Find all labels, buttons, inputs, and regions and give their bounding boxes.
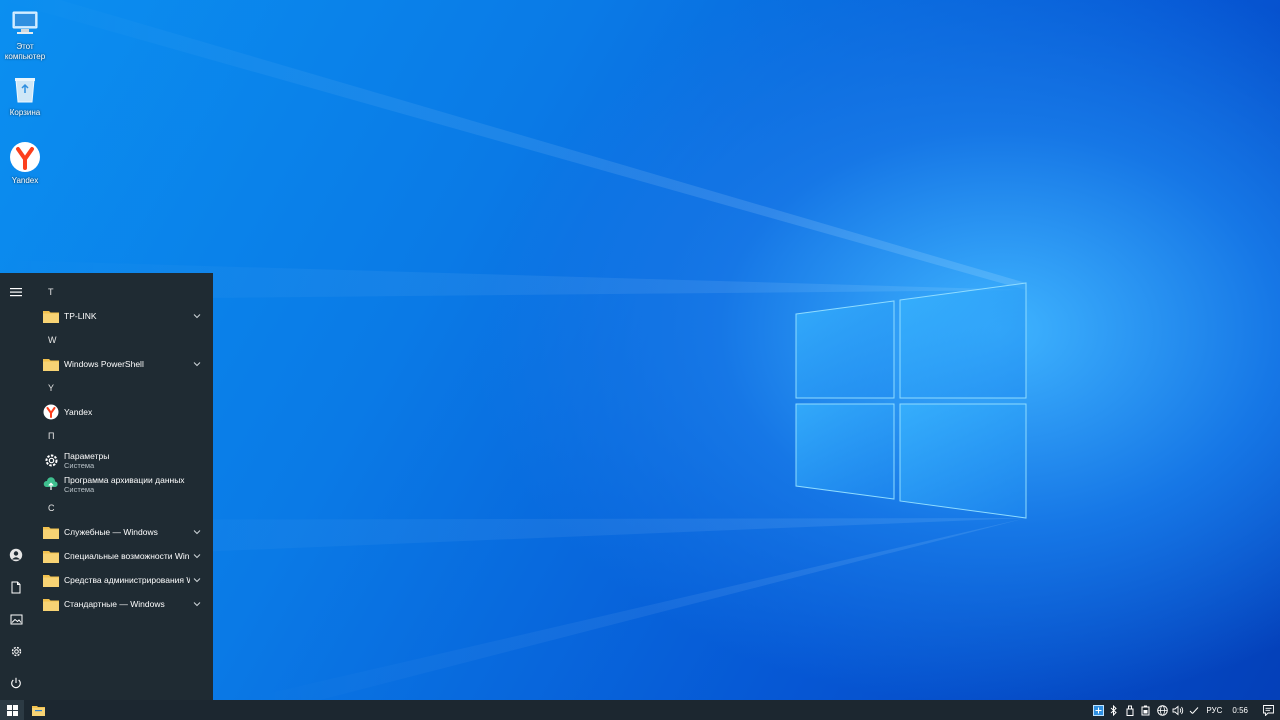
user-account-icon	[9, 548, 23, 562]
folder-icon	[42, 523, 60, 541]
pictures-icon	[10, 614, 22, 624]
documents-icon	[11, 581, 21, 593]
app-name: TP-LINK	[64, 311, 97, 321]
settings-gear-icon	[42, 451, 60, 469]
desktop-icon-label: Корзина	[9, 108, 41, 117]
tray-icon	[1190, 706, 1199, 714]
app-name: Служебные — Windows	[64, 527, 158, 537]
recycle-bin-icon	[8, 72, 42, 106]
app-item-accessibility[interactable]: Специальные возможности Win...	[32, 544, 213, 568]
usb-drive-icon	[1126, 705, 1134, 716]
app-list: T TP-LINK W Windows PowerShell Y Yandex …	[32, 280, 213, 616]
folder-icon	[42, 355, 60, 373]
start-menu: T TP-LINK W Windows PowerShell Y Yandex …	[0, 273, 213, 700]
taskbar-clock[interactable]: 0:56	[1232, 706, 1248, 715]
app-name: Стандартные — Windows	[64, 599, 165, 609]
speaker-volume-icon	[1172, 705, 1184, 715]
windows-logo	[795, 282, 1027, 519]
app-name: Параметры	[64, 450, 110, 461]
letter-header[interactable]: W	[32, 328, 213, 352]
computer-icon	[8, 6, 42, 40]
chevron-down-icon	[193, 578, 201, 583]
backup-cloud-icon	[42, 475, 60, 493]
input-language-indicator[interactable]: РУС	[1206, 706, 1222, 715]
app-name: Yandex	[64, 407, 93, 417]
chevron-down-icon	[193, 554, 201, 559]
app-name: Программа архивации данных	[64, 474, 185, 485]
action-center-button[interactable]	[1256, 700, 1280, 720]
tray-app-icon	[1092, 704, 1104, 716]
settings-button[interactable]	[0, 635, 32, 667]
taskbar: РУС 0:56	[0, 700, 1280, 720]
folder-icon	[42, 547, 60, 565]
chevron-down-icon	[193, 530, 201, 535]
pictures-button[interactable]	[0, 603, 32, 635]
system-tray: РУС 0:56	[1090, 700, 1280, 720]
start-button[interactable]	[0, 700, 24, 720]
app-name: Windows PowerShell	[64, 359, 144, 369]
battery-button[interactable]	[1138, 700, 1154, 720]
folder-icon	[42, 571, 60, 589]
folder-icon	[42, 307, 60, 325]
documents-button[interactable]	[0, 571, 32, 603]
bluetooth-button[interactable]	[1106, 700, 1122, 720]
app-item-yandex[interactable]: Yandex	[32, 400, 213, 424]
desktop-icon-this-pc[interactable]: Этот компьютер	[0, 6, 50, 62]
letter-header[interactable]: С	[32, 496, 213, 520]
start-menu-rail	[0, 273, 32, 700]
tray-app-button[interactable]	[1090, 700, 1106, 720]
folder-icon	[31, 705, 45, 716]
app-item-windows-powershell[interactable]: Windows PowerShell	[32, 352, 213, 376]
desktop-icon-label: Этот компьютер	[4, 42, 46, 61]
chevron-down-icon	[193, 314, 201, 319]
app-name: Специальные возможности Win...	[64, 551, 190, 561]
desktop-icon-label: Yandex	[11, 176, 39, 185]
app-item-backup[interactable]: Программа архивации данных Система	[32, 472, 213, 496]
desktop-icon-recycle-bin[interactable]: Корзина	[0, 72, 50, 118]
chevron-down-icon	[193, 602, 201, 607]
app-item-admin-tools[interactable]: Средства администрирования W...	[32, 568, 213, 592]
folder-icon	[42, 595, 60, 613]
chevron-down-icon	[193, 362, 201, 367]
letter-header[interactable]: П	[32, 424, 213, 448]
power-button[interactable]	[0, 667, 32, 699]
settings-gear-icon	[11, 646, 21, 656]
expand-menu-button[interactable]	[0, 276, 32, 308]
network-button[interactable]	[1154, 700, 1170, 720]
app-item-accessories[interactable]: Стандартные — Windows	[32, 592, 213, 616]
yandex-browser-icon	[42, 403, 60, 421]
volume-button[interactable]	[1170, 700, 1186, 720]
app-name: Средства администрирования W...	[64, 575, 190, 585]
power-icon	[11, 677, 21, 689]
app-subtitle: Система	[64, 484, 95, 494]
app-subtitle: Система	[64, 460, 95, 470]
app-item-settings[interactable]: Параметры Система	[32, 448, 213, 472]
yandex-browser-icon	[8, 140, 42, 174]
tray-expand-button[interactable]	[1186, 700, 1202, 720]
desktop-icon-yandex[interactable]: Yandex	[0, 140, 50, 186]
file-explorer-button[interactable]	[25, 700, 51, 720]
hamburger-menu-icon	[10, 288, 22, 297]
battery-icon	[1141, 705, 1150, 715]
letter-header[interactable]: T	[32, 280, 213, 304]
app-item-tplink[interactable]: TP-LINK	[32, 304, 213, 328]
globe-network-icon	[1157, 704, 1168, 716]
letter-header[interactable]: Y	[32, 376, 213, 400]
user-account-button[interactable]	[0, 539, 32, 571]
notification-icon	[1262, 704, 1274, 716]
app-item-system-tools[interactable]: Служебные — Windows	[32, 520, 213, 544]
bluetooth-icon	[1111, 704, 1118, 716]
usb-eject-button[interactable]	[1122, 700, 1138, 720]
windows-logo-icon	[6, 704, 18, 716]
